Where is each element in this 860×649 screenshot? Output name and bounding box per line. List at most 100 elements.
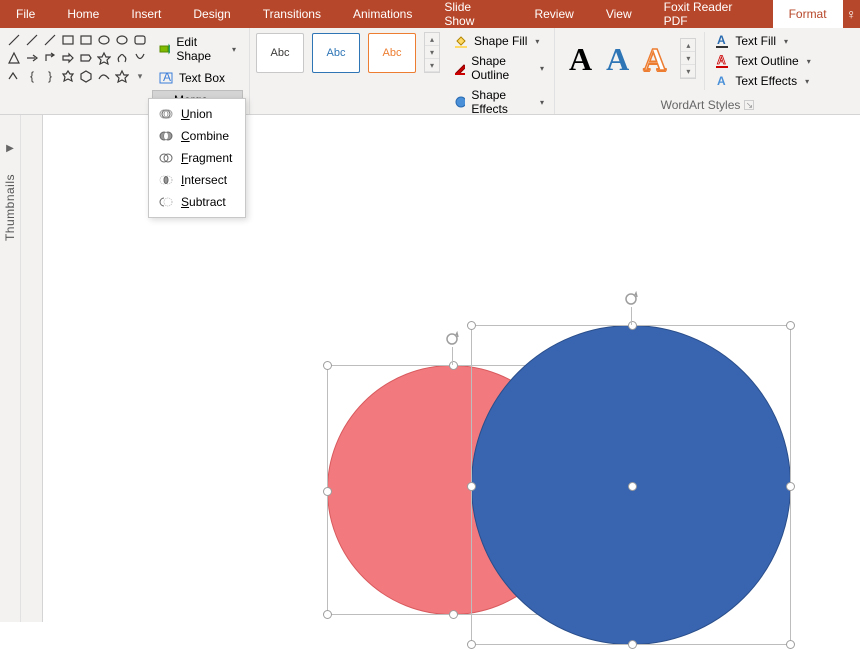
resize-handle[interactable] <box>449 610 458 619</box>
wordart-gallery[interactable]: A A A ▴▾▾ <box>561 32 704 83</box>
shapes-gallery[interactable]: { } ▾ <box>6 32 148 124</box>
dropdown-caret-icon: ▾ <box>805 77 809 86</box>
tab-design[interactable]: Design <box>177 0 246 28</box>
combine-icon <box>159 129 173 143</box>
shape-outline-button[interactable]: Shape Outline ▾ <box>450 52 548 84</box>
bucket-icon <box>454 34 468 48</box>
tab-review[interactable]: Review <box>518 0 589 28</box>
intersect-icon <box>159 173 173 187</box>
merge-union[interactable]: Union <box>151 103 243 125</box>
merge-shapes-menu: Union Combine Fragment Intersect Subtrac… <box>148 98 246 218</box>
dropdown-caret-icon: ▾ <box>535 37 539 46</box>
resize-handle[interactable] <box>449 361 458 370</box>
thumbnails-gutter <box>21 115 43 622</box>
subtract-icon <box>159 195 173 209</box>
ribbon-tabbar: File Home Insert Design Transitions Anim… <box>0 0 860 28</box>
wordart-style-3[interactable]: A <box>643 43 666 75</box>
fragment-icon <box>159 151 173 165</box>
rotate-handle[interactable] <box>623 291 639 307</box>
rotate-stem <box>452 347 453 365</box>
dialog-launcher-icon[interactable]: ↘ <box>744 100 754 110</box>
text-effects-button[interactable]: A Text Effects ▾ <box>711 72 814 90</box>
shape-effects-label: Shape Effects <box>471 88 532 116</box>
tab-slideshow[interactable]: Slide Show <box>428 0 518 28</box>
text-outline-icon: A <box>715 54 729 68</box>
tab-format[interactable]: Format <box>773 0 843 28</box>
text-box-label: Text Box <box>179 71 225 85</box>
ribbon: { } ▾ Edit Shape▾ A Text Box <box>0 28 860 115</box>
svg-text:A: A <box>717 54 726 67</box>
dropdown-caret-icon: ▾ <box>784 37 788 46</box>
rotate-stem <box>631 307 632 325</box>
dropdown-caret-icon: ▾ <box>232 45 236 54</box>
resize-handle[interactable] <box>628 482 637 491</box>
resize-handle[interactable] <box>786 321 795 330</box>
merge-intersect[interactable]: Intersect <box>151 169 243 191</box>
tell-me-icon[interactable]: ♀ <box>843 0 860 28</box>
resize-handle[interactable] <box>467 640 476 649</box>
text-box-button[interactable]: A Text Box <box>152 68 243 88</box>
text-effects-label: Text Effects <box>735 74 797 88</box>
group-label-wordart-styles: WordArt Styles↘ <box>561 96 854 112</box>
text-outline-label: Text Outline <box>735 54 798 68</box>
dropdown-caret-icon: ▾ <box>540 64 544 73</box>
wordart-gallery-nav[interactable]: ▴▾▾ <box>680 38 696 79</box>
resize-handle[interactable] <box>323 610 332 619</box>
shape-format-col: Shape Fill▾ Shape Outline▾ Shape Effects… <box>444 32 548 118</box>
resize-handle[interactable] <box>323 361 332 370</box>
edit-shape-button[interactable]: Edit Shape ▾ <box>152 32 243 66</box>
thumbnails-label: Thumbnails <box>3 174 17 241</box>
shape-outline-label: Shape Outline <box>471 54 532 82</box>
shape-style-2[interactable]: Abc <box>312 33 360 73</box>
resize-handle[interactable] <box>786 482 795 491</box>
resize-handle[interactable] <box>323 487 332 496</box>
thumbnails-rail[interactable]: ▶ Thumbnails <box>0 115 21 622</box>
effects-icon <box>454 95 465 109</box>
style-gallery-nav[interactable]: ▴▾▾ <box>424 32 440 73</box>
resize-handle[interactable] <box>628 640 637 649</box>
text-fill-button[interactable]: A Text Fill ▾ <box>711 32 814 50</box>
resize-handle[interactable] <box>467 321 476 330</box>
shape-fill-button[interactable]: Shape Fill ▾ <box>450 32 548 50</box>
resize-handle[interactable] <box>467 482 476 491</box>
text-outline-button[interactable]: A Text Outline ▾ <box>711 52 814 70</box>
svg-text:A: A <box>717 34 726 47</box>
pen-icon <box>454 61 465 75</box>
group-shape-styles: Abc Abc Abc ▴▾▾ Shape Fill ▾ Shape Outlin… <box>250 28 555 114</box>
wordart-style-1[interactable]: A <box>569 43 592 75</box>
selection-blue <box>471 325 791 645</box>
tab-insert[interactable]: Insert <box>115 0 177 28</box>
expand-thumbnails-icon[interactable]: ▶ <box>6 143 14 154</box>
edit-shape-label: Edit Shape <box>176 35 224 63</box>
union-icon <box>159 107 173 121</box>
text-format-col: A Text Fill ▾ A Text Outline ▾ A Text Effe… <box>704 32 818 90</box>
tab-animations[interactable]: Animations <box>337 0 428 28</box>
edit-shape-icon <box>159 42 170 56</box>
text-fill-label: Text Fill <box>735 34 776 48</box>
tab-view[interactable]: View <box>590 0 648 28</box>
dropdown-caret-icon: ▾ <box>807 57 811 66</box>
tab-transitions[interactable]: Transitions <box>247 0 337 28</box>
shape-style-gallery[interactable]: Abc Abc Abc ▴▾▾ <box>256 32 440 73</box>
resize-handle[interactable] <box>628 321 637 330</box>
merge-fragment[interactable]: Fragment <box>151 147 243 169</box>
svg-text:A: A <box>717 74 726 88</box>
resize-handle[interactable] <box>786 640 795 649</box>
tab-foxit[interactable]: Foxit Reader PDF <box>648 0 773 28</box>
shape-style-3[interactable]: Abc <box>368 33 416 73</box>
text-fill-icon: A <box>715 34 729 48</box>
tab-home[interactable]: Home <box>51 0 115 28</box>
text-effects-icon: A <box>715 74 729 88</box>
shape-effects-button[interactable]: Shape Effects ▾ <box>450 86 548 118</box>
svg-text:A: A <box>163 71 171 84</box>
shape-fill-label: Shape Fill <box>474 34 527 48</box>
merge-combine[interactable]: Combine <box>151 125 243 147</box>
merge-subtract[interactable]: Subtract <box>151 191 243 213</box>
wordart-style-2[interactable]: A <box>606 43 629 75</box>
rotate-handle[interactable] <box>444 331 460 347</box>
group-wordart-styles: A A A ▴▾▾ A Text Fill ▾ A Text Outline ▾ A… <box>555 28 860 114</box>
dropdown-caret-icon: ▾ <box>540 98 544 107</box>
text-box-icon: A <box>159 71 173 85</box>
tab-file[interactable]: File <box>0 0 51 28</box>
shape-style-1[interactable]: Abc <box>256 33 304 73</box>
